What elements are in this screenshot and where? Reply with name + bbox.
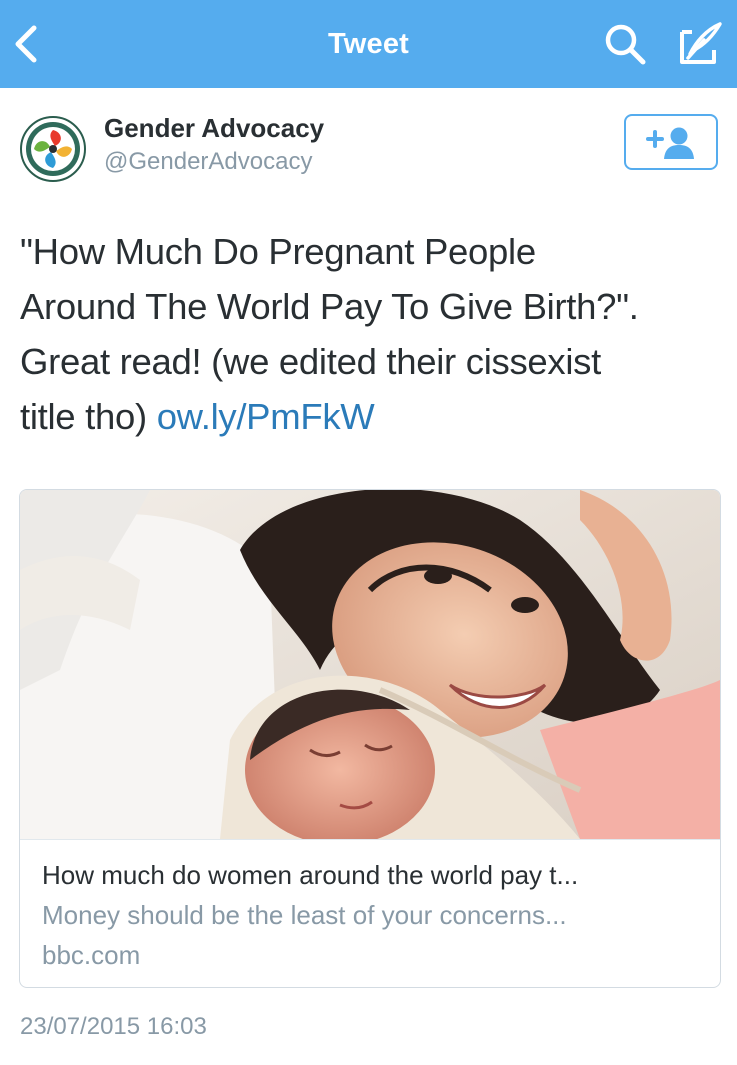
avatar[interactable] [20,116,86,182]
tweet-text: "How Much Do Pregnant People Around The … [20,224,730,444]
author-handle[interactable]: @GenderAdvocacy [104,148,312,176]
compose-icon [680,22,722,64]
card-title[interactable]: How much do women around the world pay t… [42,860,578,891]
card-divider [20,839,720,840]
nav-bar: Tweet [0,0,737,88]
card-description: Money should be the least of your concer… [42,900,567,930]
follow-user-icon [646,127,694,159]
author-name[interactable]: Gender Advocacy [104,113,324,144]
gender-advocacy-logo [20,116,86,182]
compose-button[interactable] [674,20,724,68]
tweet-link[interactable]: ow.ly/PmFkW [157,396,375,437]
card-domain: bbc.com [42,940,141,970]
search-button[interactable] [603,22,649,66]
follow-button[interactable] [624,114,718,170]
card-image[interactable] [20,490,720,839]
search-icon [605,24,646,65]
tweet-timestamp: 23/07/2015 16:03 [20,1013,207,1040]
link-card[interactable]: How much do women around the world pay t… [19,489,721,988]
